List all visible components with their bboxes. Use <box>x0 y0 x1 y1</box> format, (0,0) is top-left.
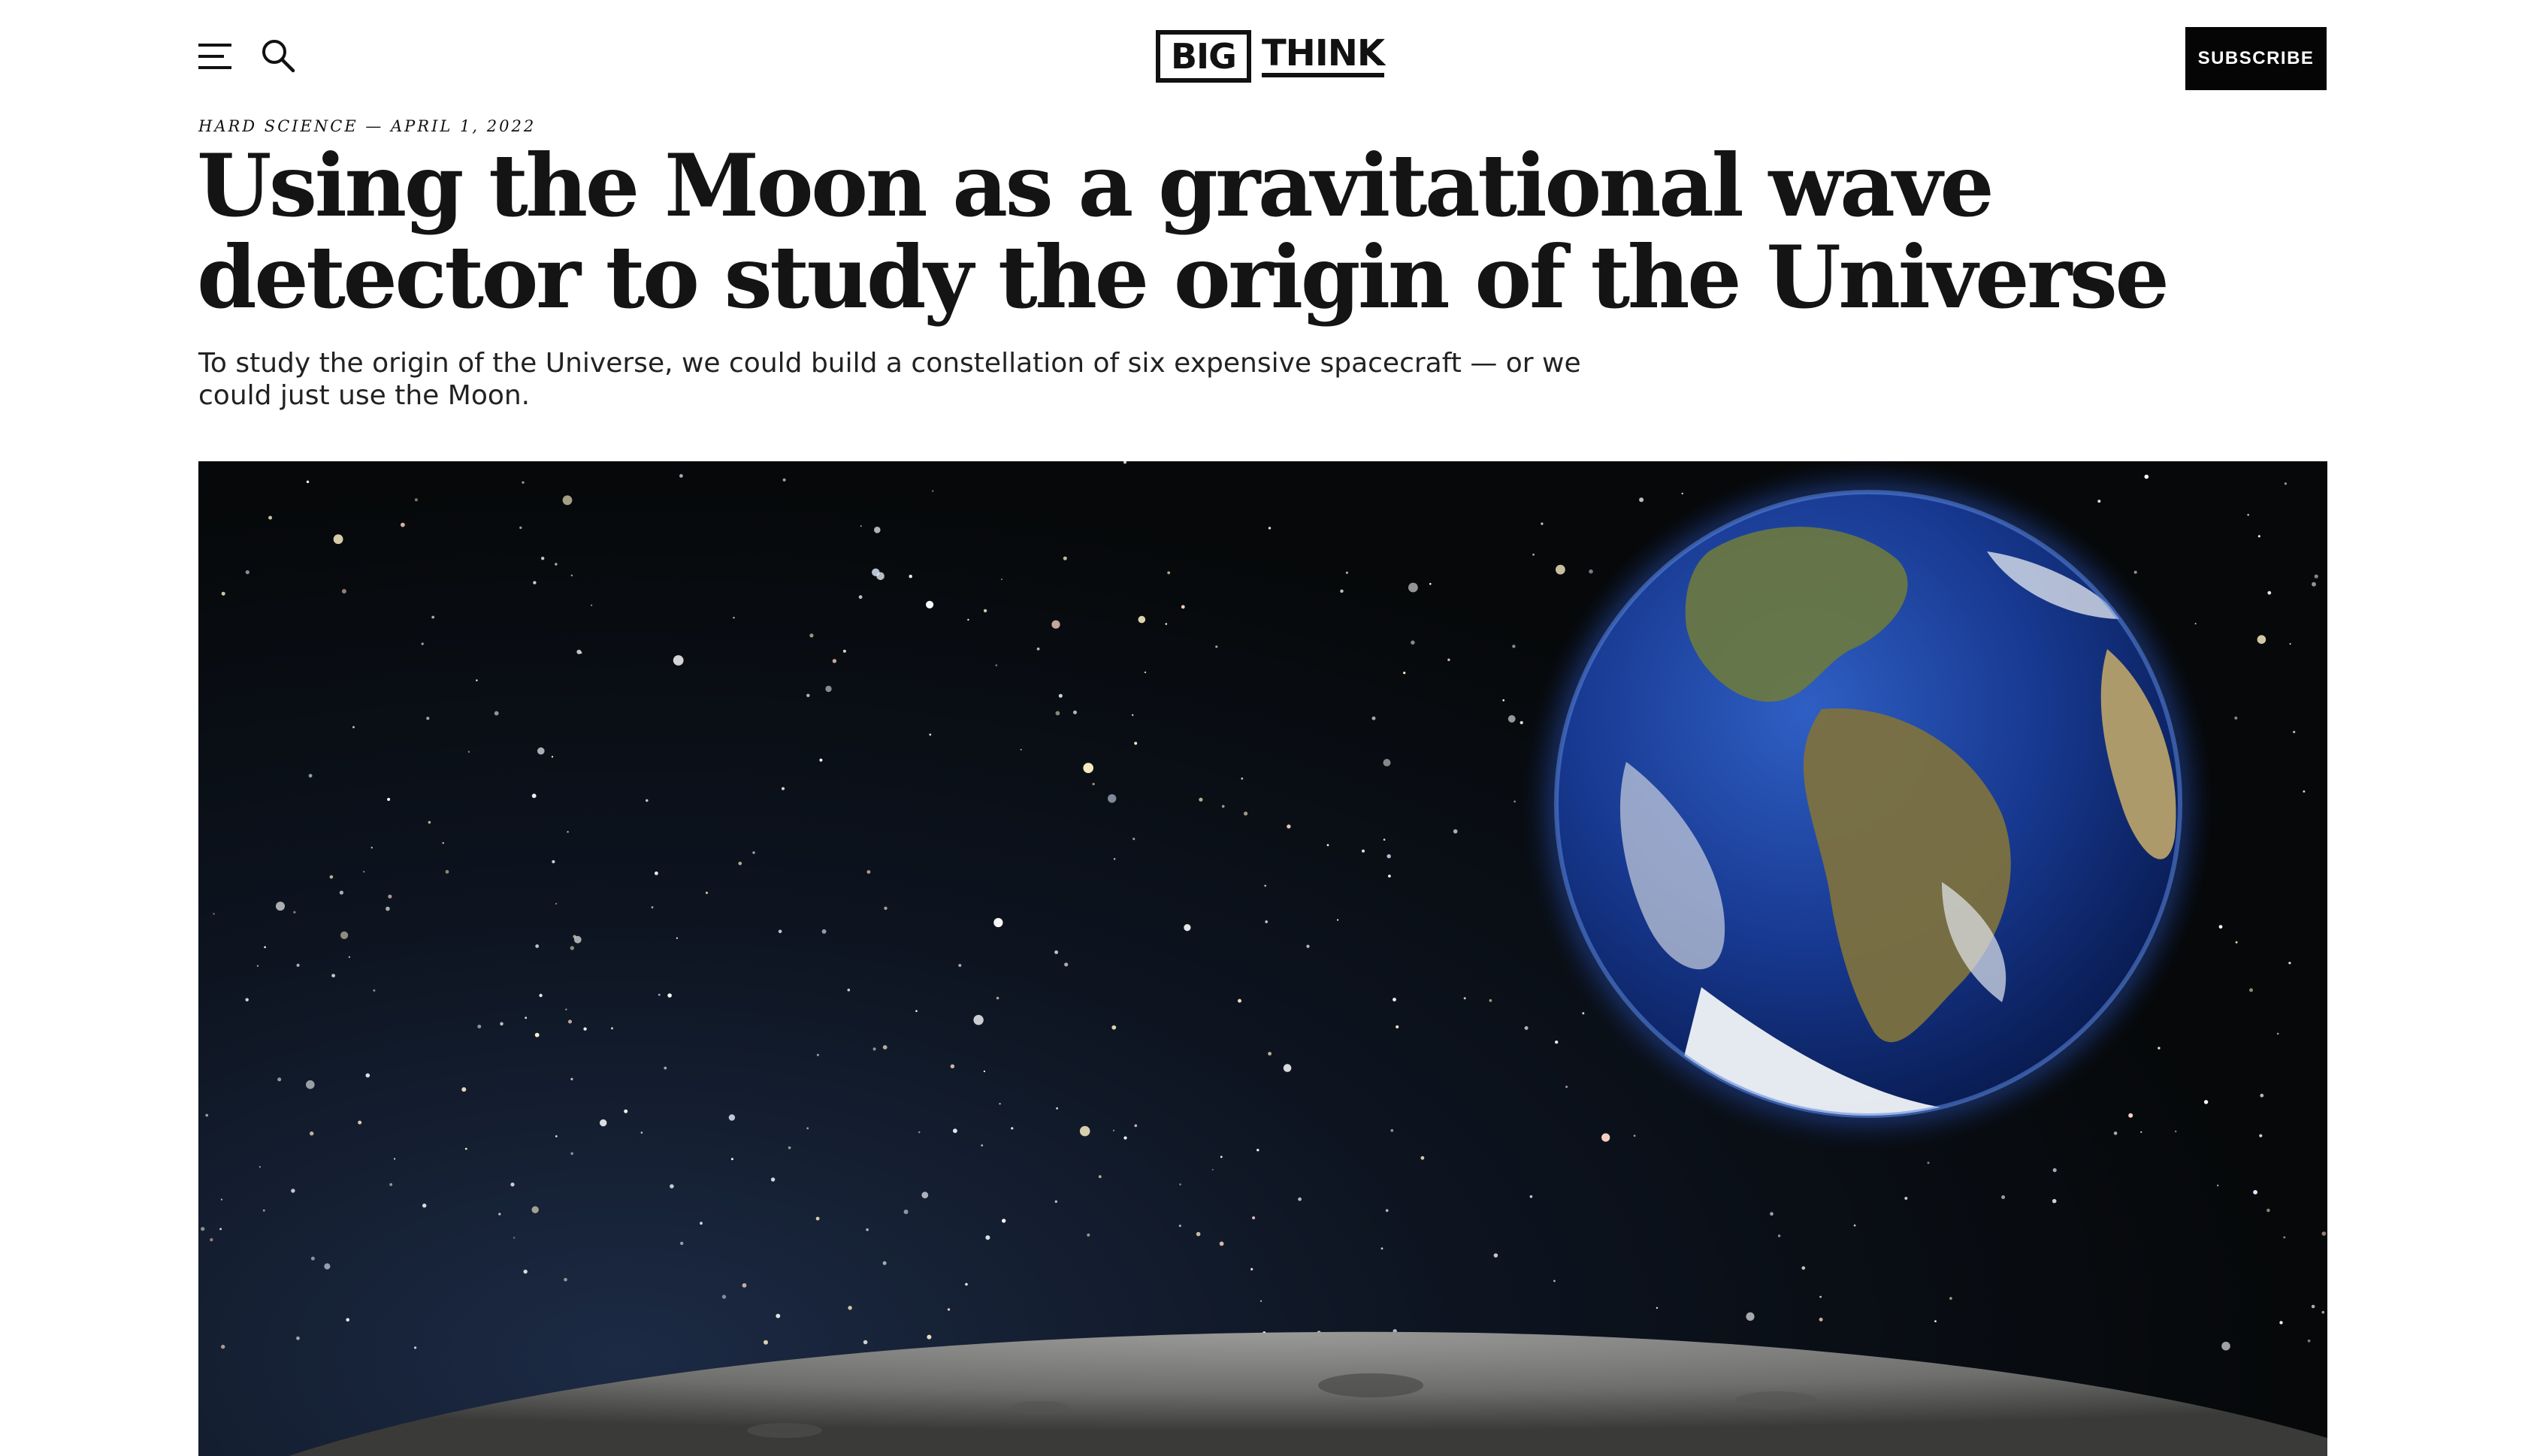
publish-date: APRIL 1, 2022 <box>391 117 537 135</box>
earth-globe <box>1521 461 2215 1151</box>
search-icon[interactable] <box>260 38 296 74</box>
hero-image <box>198 461 2327 1456</box>
hamburger-menu-icon[interactable] <box>197 39 234 74</box>
kicker-separator: — <box>358 117 392 135</box>
site-logo[interactable]: BIG THINK <box>1156 29 1385 84</box>
hero-illustration <box>198 461 2327 1456</box>
category-link[interactable]: HARD SCIENCE <box>198 117 358 135</box>
lunar-surface <box>198 1331 2327 1456</box>
article-kicker: HARD SCIENCE — APRIL 1, 2022 <box>198 117 536 135</box>
logo-think-text: THINK <box>1261 35 1385 77</box>
site-header: BIG THINK SUBSCRIBE <box>0 0 2525 116</box>
article-dek: To study the origin of the Universe, we … <box>198 348 1581 411</box>
logo-big-text: BIG <box>1156 30 1251 83</box>
article-title: Using the Moon as a gravitational wave d… <box>197 135 2170 328</box>
subscribe-button[interactable]: SUBSCRIBE <box>2185 27 2327 90</box>
